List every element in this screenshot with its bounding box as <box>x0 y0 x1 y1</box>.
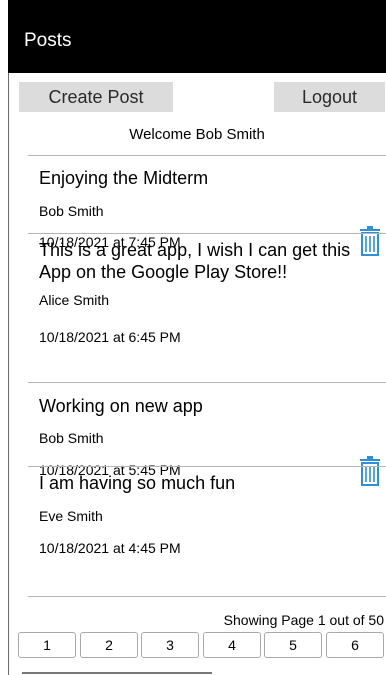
page-button-3[interactable]: 3 <box>141 632 199 658</box>
post-title: Enjoying the Midterm <box>39 168 209 188</box>
post-author: Bob Smith <box>39 203 104 219</box>
post-author: Bob Smith <box>39 430 104 446</box>
scroll-indicator <box>22 672 212 674</box>
post-item[interactable]: This is a great app, I wish I can get th… <box>28 233 386 345</box>
post-date: 10/18/2021 at 6:45 PM <box>39 329 181 345</box>
post-author: Eve Smith <box>39 508 103 524</box>
post-date: 10/18/2021 at 4:45 PM <box>39 540 181 556</box>
divider <box>28 596 386 597</box>
page-button-6[interactable]: 6 <box>326 632 384 658</box>
logout-button[interactable]: Logout <box>274 82 385 112</box>
app-header: Posts <box>8 0 386 73</box>
create-post-button[interactable]: Create Post <box>19 82 173 112</box>
post-item[interactable]: I am having so much fun Eve Smith 10/18/… <box>28 466 386 596</box>
welcome-message: Welcome Bob Smith <box>129 126 265 143</box>
pagination: 1 2 3 4 5 6 <box>18 632 384 658</box>
page-button-4[interactable]: 4 <box>203 632 261 658</box>
page-title: Posts <box>24 30 72 51</box>
page-button-5[interactable]: 5 <box>264 632 322 658</box>
post-item[interactable]: Enjoying the Midterm Bob Smith 10/18/202… <box>28 155 386 256</box>
post-title: Working on new app <box>39 396 203 416</box>
post-author: Alice Smith <box>39 292 110 308</box>
post-title: This is a great app, I wish I can get th… <box>39 240 351 282</box>
post-item[interactable]: Working on new app Bob Smith 10/18/2021 … <box>28 382 386 486</box>
post-title: I am having so much fun <box>39 473 236 493</box>
pagination-status: Showing Page 1 out of 50 <box>223 612 384 628</box>
page-button-2[interactable]: 2 <box>80 632 138 658</box>
page-button-1[interactable]: 1 <box>18 632 76 658</box>
